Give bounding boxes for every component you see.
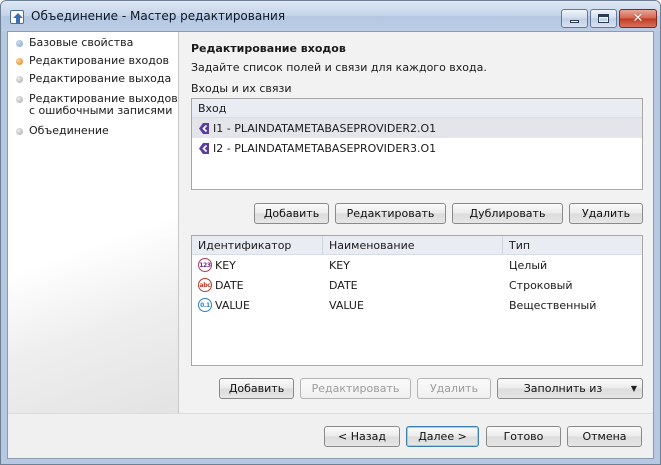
- add-input-button[interactable]: Добавить: [254, 203, 329, 224]
- field-name: KEY: [329, 258, 350, 272]
- edit-input-button[interactable]: Редактировать: [335, 203, 446, 224]
- fields-table[interactable]: Идентификатор Наименование Тип 123 KEY K…: [191, 235, 643, 366]
- step-label-line-2: с ошибочными записями: [29, 104, 173, 117]
- field-id-cell: 0.1 VALUE: [192, 298, 323, 312]
- step-label: Базовые свойства: [29, 36, 134, 49]
- add-field-button[interactable]: Добавить: [219, 378, 294, 399]
- field-id-cell: 123 KEY: [192, 258, 323, 272]
- field-type: Строковый: [509, 278, 573, 292]
- column-header-type[interactable]: Тип: [503, 236, 642, 255]
- field-name: DATE: [329, 278, 358, 292]
- inputs-list-header: Вход: [192, 99, 642, 118]
- input-label: I1 - PLAINDATAMETABASEPROVIDER2.O1: [213, 121, 437, 135]
- title-bar[interactable]: Объединение - Мастер редактирования ✕: [1, 1, 660, 31]
- steps-sidebar: Базовые свойства Редактирование входов Р…: [8, 32, 179, 413]
- delete-input-button[interactable]: Удалить: [569, 203, 643, 224]
- field-identifier: KEY: [215, 258, 236, 272]
- step-label: Объединение: [29, 124, 109, 137]
- field-name: VALUE: [329, 298, 364, 312]
- edit-field-button[interactable]: Редактировать: [300, 378, 411, 399]
- minimize-button[interactable]: [561, 9, 588, 28]
- field-row[interactable]: 123 KEY KEY Целый: [192, 255, 642, 275]
- finish-button[interactable]: Готово: [486, 426, 561, 447]
- next-button[interactable]: Далее >: [406, 426, 479, 447]
- step-active-icon: [16, 58, 23, 65]
- input-label: I2 - PLAINDATAMETABASEPROVIDER3.O1: [213, 141, 437, 155]
- back-button[interactable]: < Назад: [324, 426, 400, 447]
- inputs-list[interactable]: Вход I1 - PLAINDATAMETABASEPROVIDER2.O1 …: [191, 98, 643, 190]
- step-pending-icon: [16, 96, 23, 103]
- page-subtitle: Задайте список полей и связи для каждого…: [191, 61, 487, 74]
- column-header-input[interactable]: Вход: [192, 99, 642, 118]
- step-union[interactable]: Объединение: [16, 125, 109, 137]
- input-cell: I2 - PLAINDATAMETABASEPROVIDER3.O1: [192, 142, 436, 155]
- input-tag-icon: [199, 142, 209, 154]
- column-header-name[interactable]: Наименование: [323, 235, 503, 255]
- duplicate-input-button[interactable]: Дублировать: [452, 203, 563, 224]
- app-icon: [10, 10, 24, 24]
- step-done-icon: [16, 40, 23, 47]
- step-base-properties[interactable]: Базовые свойства: [16, 37, 133, 49]
- step-edit-output[interactable]: Редактирование выхода: [16, 73, 171, 85]
- fill-from-button[interactable]: Заполнить из ▼: [497, 378, 643, 399]
- input-cell: I1 - PLAINDATAMETABASEPROVIDER2.O1: [192, 122, 436, 135]
- double-type-icon: 0.1: [198, 298, 212, 312]
- field-type: Целый: [509, 258, 548, 272]
- step-label: Редактирование выходов с ошибочными запи…: [29, 93, 178, 117]
- step-pending-icon: [16, 76, 23, 83]
- inputs-group-label: Входы и их связи: [191, 82, 292, 95]
- step-label: Редактирование выхода: [29, 72, 172, 85]
- step-edit-inputs[interactable]: Редактирование входов: [16, 55, 169, 67]
- close-button[interactable]: ✕: [619, 9, 657, 28]
- step-edit-error-outputs[interactable]: Редактирование выходов с ошибочными запи…: [16, 93, 178, 117]
- field-id-cell: abc DATE: [192, 278, 323, 292]
- fill-from-label: Заполнить из: [523, 382, 603, 395]
- delete-field-button[interactable]: Удалить: [417, 378, 491, 399]
- dropdown-arrow-icon[interactable]: ▼: [631, 379, 637, 398]
- input-row[interactable]: I2 - PLAINDATAMETABASEPROVIDER3.O1: [192, 138, 642, 158]
- cancel-button[interactable]: Отмена: [567, 426, 642, 447]
- minimize-icon: [570, 20, 579, 23]
- window-title: Объединение - Мастер редактирования: [31, 9, 286, 23]
- close-icon: ✕: [632, 11, 644, 26]
- step-pending-icon: [16, 128, 23, 135]
- input-tag-icon: [199, 122, 209, 134]
- field-row[interactable]: abc DATE DATE Строковый: [192, 275, 642, 295]
- field-identifier: DATE: [215, 278, 244, 292]
- column-header-identifier[interactable]: Идентификатор: [192, 235, 323, 255]
- fields-table-header: Идентификатор Наименование Тип: [192, 235, 642, 255]
- field-row[interactable]: 0.1 VALUE VALUE Вещественный: [192, 295, 642, 315]
- field-type: Вещественный: [509, 298, 597, 312]
- field-identifier: VALUE: [215, 298, 250, 312]
- integer-type-icon: 123: [198, 258, 212, 272]
- main-panel: Редактирование входов Задайте список пол…: [180, 32, 653, 413]
- wizard-footer: < Назад Далее > Готово Отмена: [8, 413, 653, 458]
- maximize-icon: [598, 14, 609, 23]
- string-type-icon: abc: [198, 278, 212, 292]
- maximize-button[interactable]: [590, 9, 617, 28]
- wizard-window: Объединение - Мастер редактирования ✕ Ба…: [0, 0, 661, 465]
- step-label: Редактирование входов: [29, 54, 170, 67]
- input-row[interactable]: I1 - PLAINDATAMETABASEPROVIDER2.O1: [192, 118, 642, 138]
- page-title: Редактирование входов: [191, 42, 346, 55]
- wizard-client: Базовые свойства Редактирование входов Р…: [7, 31, 654, 459]
